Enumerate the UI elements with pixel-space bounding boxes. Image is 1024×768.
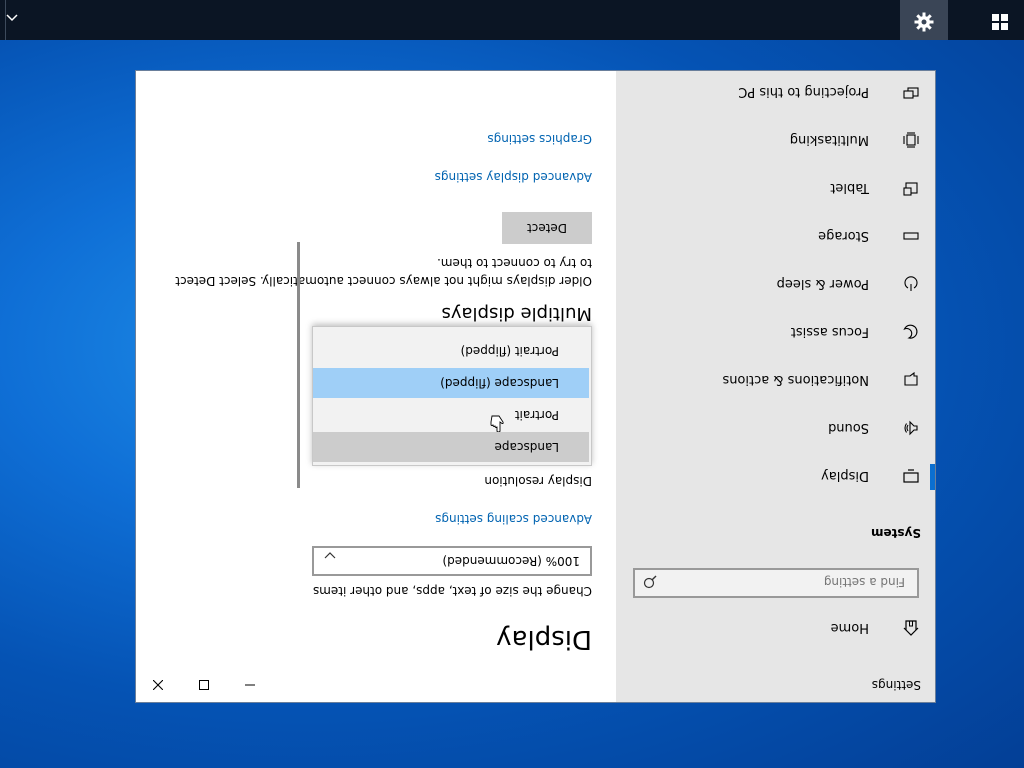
desktop-screen: Settings Home System Display: [0, 0, 1024, 768]
start-button[interactable]: [976, 0, 1024, 40]
power-icon: [901, 274, 921, 294]
sidebar-item-label: Power & sleep: [776, 276, 869, 292]
multiple-displays-heading: Multiple displays: [441, 303, 592, 324]
main-content: Display Change the size of text, apps, a…: [136, 71, 616, 702]
speaker-icon: [901, 418, 921, 438]
advanced-display-settings-link[interactable]: Advanced display settings: [435, 170, 592, 184]
option-label: Landscape (flipped): [440, 376, 559, 390]
sidebar-item-notifications[interactable]: Notifications & actions: [616, 358, 935, 402]
sidebar-item-label: Notifications & actions: [722, 372, 869, 388]
section-heading: System: [871, 526, 921, 540]
chevron-up-icon: [6, 11, 18, 30]
sidebar-item-label: Home: [830, 620, 869, 636]
advanced-scaling-link[interactable]: Advanced scaling settings: [435, 512, 592, 526]
storage-icon: [901, 226, 921, 246]
projector-icon: [901, 82, 921, 102]
multiple-displays-description: Older displays might not always connect …: [175, 256, 592, 288]
sidebar-item-multitasking[interactable]: Multitasking: [616, 118, 935, 162]
option-landscape[interactable]: Landscape: [313, 432, 589, 462]
sidebar-item-label: Projecting to this PC: [738, 84, 869, 100]
sidebar-item-label: Sound: [828, 420, 869, 436]
scale-label: Change the size of text, apps, and other…: [312, 584, 592, 598]
home-icon: [901, 618, 921, 638]
hand-cursor-icon: [490, 410, 504, 433]
option-portrait-flipped[interactable]: Portrait (flipped): [313, 336, 589, 366]
settings-window: Settings Home System Display: [135, 70, 936, 703]
show-hidden-icons-button[interactable]: [0, 0, 24, 40]
display-icon: [901, 466, 921, 486]
chevron-down-icon: [324, 547, 336, 566]
resolution-label: Display resolution: [484, 474, 592, 488]
search-input[interactable]: [683, 574, 907, 590]
option-portrait[interactable]: Portrait: [313, 400, 589, 430]
settings-taskbar-button[interactable]: [900, 0, 948, 40]
sidebar-item-sound[interactable]: Sound: [616, 406, 935, 450]
sidebar-item-label: Storage: [818, 228, 869, 244]
selection-indicator: [930, 464, 935, 490]
sidebar-item-label: Display: [821, 468, 869, 484]
window-title: Settings: [871, 678, 921, 692]
detect-button[interactable]: Detect: [502, 212, 592, 244]
sidebar-item-tablet[interactable]: Tablet: [616, 166, 935, 210]
graphics-settings-link[interactable]: Graphics settings: [487, 132, 592, 146]
page-title: Display: [496, 624, 592, 654]
search-icon: [643, 575, 657, 590]
sidebar-item-label: Tablet: [830, 180, 869, 196]
orientation-dropdown-list: Landscape Portrait Landscape (flipped) P…: [312, 326, 592, 466]
sidebar: Settings Home System Display: [616, 71, 935, 702]
sidebar-item-display[interactable]: Display: [616, 454, 935, 498]
scrollbar[interactable]: [297, 242, 300, 488]
sidebar-item-power-sleep[interactable]: Power & sleep: [616, 262, 935, 306]
multitasking-icon: [901, 130, 921, 150]
sidebar-item-label: Multitasking: [789, 132, 869, 148]
notifications-icon: [901, 370, 921, 390]
scale-dropdown-value: 100% (Recommended): [442, 554, 580, 568]
sidebar-item-label: Focus assist: [790, 324, 869, 340]
option-landscape-flipped[interactable]: Landscape (flipped): [313, 368, 589, 398]
sidebar-item-focus-assist[interactable]: Focus assist: [616, 310, 935, 354]
gear-icon: [914, 8, 934, 32]
sidebar-item-projecting[interactable]: Projecting to this PC: [616, 70, 935, 114]
scale-dropdown[interactable]: 100% (Recommended): [312, 546, 592, 576]
tablet-icon: [901, 178, 921, 198]
search-box[interactable]: [633, 568, 919, 598]
option-label: Portrait: [514, 408, 559, 422]
sidebar-item-storage[interactable]: Storage: [616, 214, 935, 258]
option-label: Landscape: [494, 440, 559, 454]
moon-icon: [901, 322, 921, 342]
option-label: Portrait (flipped): [460, 344, 559, 358]
windows-logo-icon: [992, 10, 1008, 30]
sidebar-item-home[interactable]: Home: [616, 606, 935, 650]
taskbar: [0, 0, 1024, 40]
